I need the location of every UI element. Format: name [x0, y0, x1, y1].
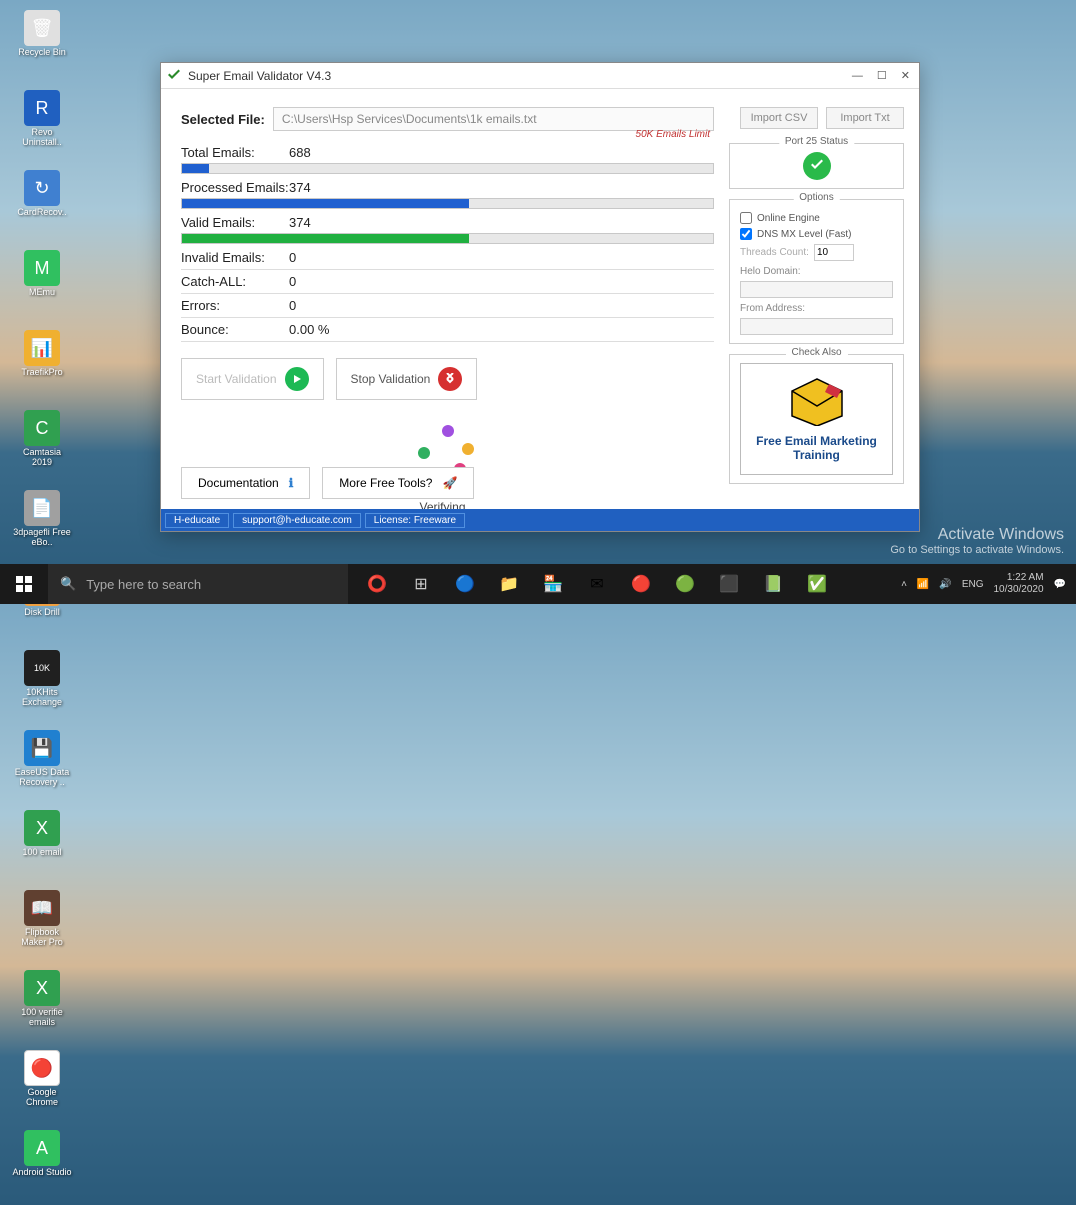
threads-count-label: Threads Count:	[740, 247, 809, 258]
catchall-label: Catch-ALL:	[181, 274, 289, 289]
desktop-icon[interactable]: 📖Flipbook Maker Pro	[12, 890, 72, 960]
promo-text: Free Email Marketing Training	[753, 434, 880, 462]
close-button[interactable]: ✕	[901, 69, 910, 82]
status-author[interactable]: H-educate	[165, 513, 229, 528]
desktop-icon[interactable]: AAndroid Studio	[12, 1130, 72, 1200]
errors-label: Errors:	[181, 298, 289, 313]
search-icon: 🔍	[60, 576, 76, 592]
rocket-icon: 🚀	[442, 476, 457, 490]
taskbar-app[interactable]: ⬛	[708, 564, 750, 604]
bounce-value: 0.00 %	[289, 322, 329, 337]
maximize-button[interactable]: ☐	[877, 69, 887, 82]
total-progress	[181, 163, 714, 174]
cortana-icon[interactable]: ⭕	[356, 564, 398, 604]
start-validation-button[interactable]: Start Validation	[181, 358, 324, 400]
taskbar-app[interactable]: 🔴	[620, 564, 662, 604]
desktop-icon[interactable]: RRevo Uninstall..	[12, 90, 72, 160]
emails-limit: 50K Emails Limit	[636, 129, 710, 140]
taskbar-app[interactable]: 🟢	[664, 564, 706, 604]
app-icon	[166, 68, 182, 84]
helo-domain-input[interactable]	[740, 281, 893, 298]
more-tools-button[interactable]: More Free Tools? 🚀	[322, 467, 474, 499]
desktop-icon[interactable]: 📄3dpagefli Free eBo..	[12, 490, 72, 560]
taskbar-app[interactable]: ✉	[576, 564, 618, 604]
desktop-icon[interactable]: X100 email	[12, 810, 72, 880]
tray-chevron-icon[interactable]: ˄	[901, 579, 907, 590]
valid-emails-value: 374	[289, 215, 311, 230]
system-tray: ˄ 📶 🔊 ENG 1:22 AM 10/30/2020 💬	[901, 572, 1076, 596]
stop-icon	[438, 367, 462, 391]
invalid-emails-label: Invalid Emails:	[181, 250, 289, 265]
port-status-fieldset: Port 25 Status	[729, 143, 904, 189]
start-button[interactable]	[0, 564, 48, 604]
total-emails-label: Total Emails:	[181, 145, 289, 160]
processed-emails-value: 374	[289, 180, 311, 195]
check-also-fieldset: Check Also Free Email Marketing Training	[729, 354, 904, 484]
stop-validation-button[interactable]: Stop Validation	[336, 358, 478, 400]
import-csv-button[interactable]: Import CSV	[740, 107, 818, 129]
taskbar-app[interactable]: 📗	[752, 564, 794, 604]
from-address-input[interactable]	[740, 318, 893, 335]
desktop-icon[interactable]: ↻CardRecov..	[12, 170, 72, 240]
app-window: Super Email Validator V4.3 — ☐ ✕ Selecte…	[160, 62, 920, 532]
status-license: License: Freeware	[365, 513, 465, 528]
play-icon	[285, 367, 309, 391]
processed-emails-label: Processed Emails:	[181, 180, 289, 195]
documentation-button[interactable]: Documentation ℹ	[181, 467, 310, 499]
processed-progress	[181, 198, 714, 209]
import-txt-button[interactable]: Import Txt	[826, 107, 904, 129]
desktop: 🗑Recycle Bin RRevo Uninstall.. ↻CardReco…	[0, 0, 160, 560]
invalid-emails-value: 0	[289, 250, 296, 265]
main-panel: Selected File: Total Emails: 688 50K Ema…	[181, 107, 729, 507]
catchall-value: 0	[289, 274, 296, 289]
taskbar-app[interactable]: ✅	[796, 564, 838, 604]
errors-value: 0	[289, 298, 296, 313]
desktop-icon[interactable]: 🔴Google Chrome	[12, 1050, 72, 1120]
selected-file-label: Selected File:	[181, 112, 265, 127]
tray-network-icon[interactable]: 📶	[917, 579, 929, 590]
online-engine-checkbox[interactable]	[740, 212, 752, 224]
info-icon: ℹ	[289, 476, 294, 490]
envelope-icon	[787, 376, 847, 426]
taskbar-app[interactable]: 📁	[488, 564, 530, 604]
activate-windows-watermark: Activate Windows Go to Settings to activ…	[890, 526, 1064, 556]
taskbar: 🔍 Type here to search ⭕ ⊞ 🔵 📁 🏪 ✉ 🔴 🟢 ⬛ …	[0, 564, 1076, 604]
desktop-icon[interactable]: 🗑Recycle Bin	[12, 10, 72, 80]
valid-progress	[181, 233, 714, 244]
tray-volume-icon[interactable]: 🔊	[939, 579, 951, 590]
dns-mx-checkbox[interactable]	[740, 228, 752, 240]
desktop-icon[interactable]: 📊TraefikPro	[12, 330, 72, 400]
online-engine-label: Online Engine	[757, 213, 820, 224]
taskbar-search[interactable]: 🔍 Type here to search	[48, 564, 348, 604]
status-email[interactable]: support@h-educate.com	[233, 513, 361, 528]
tray-clock[interactable]: 1:22 AM 10/30/2020	[993, 572, 1043, 596]
selected-file-input[interactable]	[273, 107, 714, 131]
desktop-icon[interactable]: 10K10KHits Exchange	[12, 650, 72, 720]
total-emails-value: 688	[289, 145, 311, 160]
from-address-label: From Address:	[740, 303, 893, 314]
notification-icon[interactable]: 💬	[1054, 579, 1066, 590]
statusbar: H-educate support@h-educate.com License:…	[161, 509, 919, 531]
dns-mx-label: DNS MX Level (Fast)	[757, 229, 851, 240]
options-fieldset: Options Online Engine DNS MX Level (Fast…	[729, 199, 904, 344]
minimize-button[interactable]: —	[852, 70, 863, 82]
window-title: Super Email Validator V4.3	[188, 69, 852, 83]
desktop-icon[interactable]: CCamtasia 2019	[12, 410, 72, 480]
task-view-icon[interactable]: ⊞	[400, 564, 442, 604]
threads-count-input[interactable]	[814, 244, 854, 261]
desktop-icon[interactable]: X100 verifie emails	[12, 970, 72, 1040]
desktop-icon[interactable]: MMEmu	[12, 250, 72, 320]
valid-emails-label: Valid Emails:	[181, 215, 289, 230]
check-icon	[803, 152, 831, 180]
bounce-label: Bounce:	[181, 322, 289, 337]
taskbar-app[interactable]: 🏪	[532, 564, 574, 604]
side-panel: Import CSV Import Txt Port 25 Status Opt…	[729, 107, 904, 507]
titlebar[interactable]: Super Email Validator V4.3 — ☐ ✕	[161, 63, 919, 89]
tray-language[interactable]: ENG	[962, 579, 984, 590]
desktop-icon[interactable]: 💾EaseUS Data Recovery ..	[12, 730, 72, 800]
helo-domain-label: Helo Domain:	[740, 266, 893, 277]
promo-link[interactable]: Free Email Marketing Training	[740, 363, 893, 475]
taskbar-app[interactable]: 🔵	[444, 564, 486, 604]
